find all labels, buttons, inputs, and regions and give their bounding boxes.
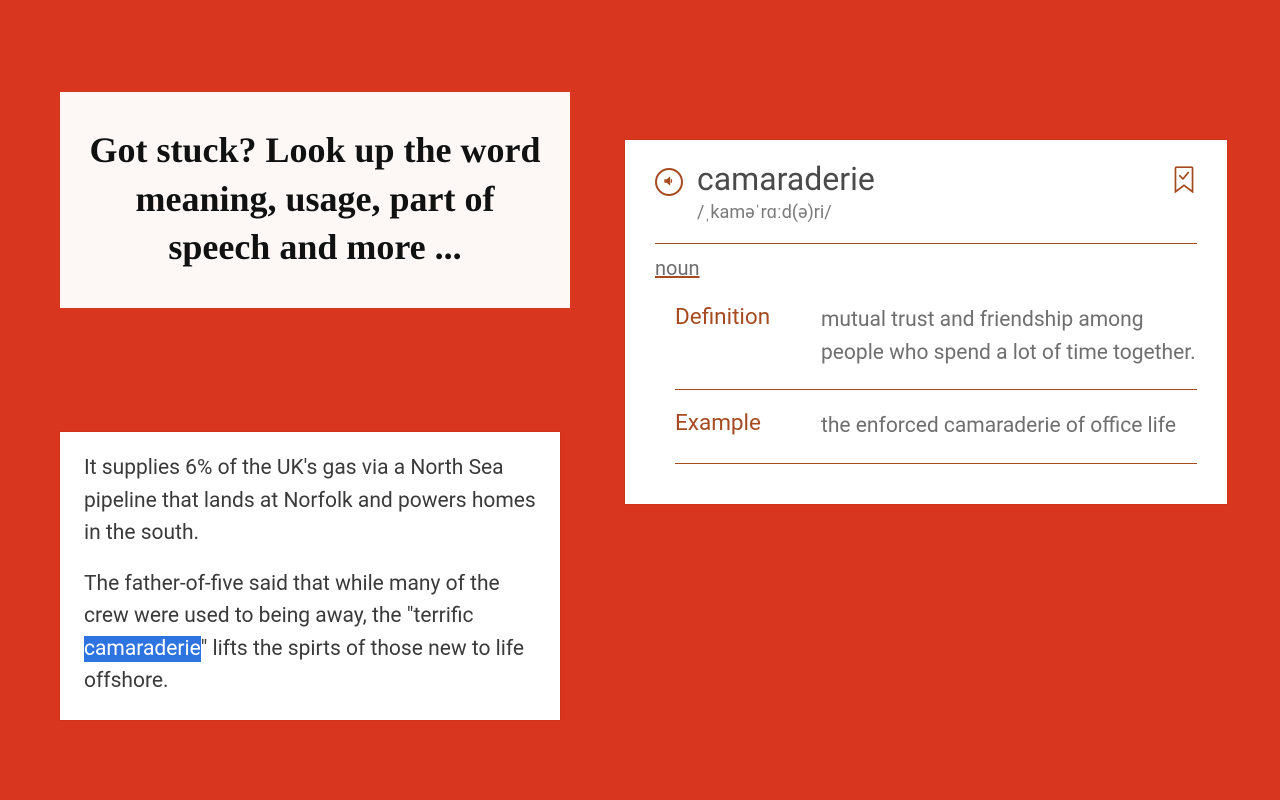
word-heading: camaraderie bbox=[697, 160, 1157, 198]
speaker-icon bbox=[662, 173, 676, 192]
card-title-block: camaraderie /ˌkaməˈrɑːd(ə)ri/ bbox=[697, 160, 1157, 223]
article-paragraph-2: The father-of-five said that while many … bbox=[84, 568, 536, 698]
definition-text: mutual trust and friendship among people… bbox=[821, 304, 1197, 369]
article-paragraph-1: It supplies 6% of the UK's gas via a Nor… bbox=[84, 452, 536, 550]
definition-row: Definition mutual trust and friendship a… bbox=[655, 284, 1197, 389]
headline-panel: Got stuck? Look up the word meaning, usa… bbox=[60, 92, 570, 308]
divider bbox=[675, 463, 1197, 464]
highlighted-word[interactable]: camaraderie bbox=[84, 636, 201, 662]
example-text: the enforced camaraderie of office life bbox=[821, 410, 1197, 443]
pronunciation-text: /ˌkaməˈrɑːd(ə)ri/ bbox=[697, 202, 1157, 223]
example-row: Example the enforced camaraderie of offi… bbox=[655, 390, 1197, 463]
bookmark-icon bbox=[1171, 181, 1197, 200]
divider bbox=[655, 243, 1197, 244]
definition-label: Definition bbox=[675, 304, 795, 369]
article-excerpt: It supplies 6% of the UK's gas via a Nor… bbox=[60, 432, 560, 720]
part-of-speech: noun bbox=[655, 248, 700, 284]
article-text-before-highlight: The father-of-five said that while many … bbox=[84, 572, 500, 629]
dictionary-card: camaraderie /ˌkaməˈrɑːd(ə)ri/ noun Defin… bbox=[625, 140, 1227, 504]
pronounce-button[interactable] bbox=[655, 168, 683, 196]
card-header: camaraderie /ˌkaməˈrɑːd(ə)ri/ bbox=[655, 160, 1197, 243]
example-label: Example bbox=[675, 410, 795, 443]
bookmark-button[interactable] bbox=[1171, 164, 1197, 200]
headline-text: Got stuck? Look up the word meaning, usa… bbox=[89, 130, 540, 267]
